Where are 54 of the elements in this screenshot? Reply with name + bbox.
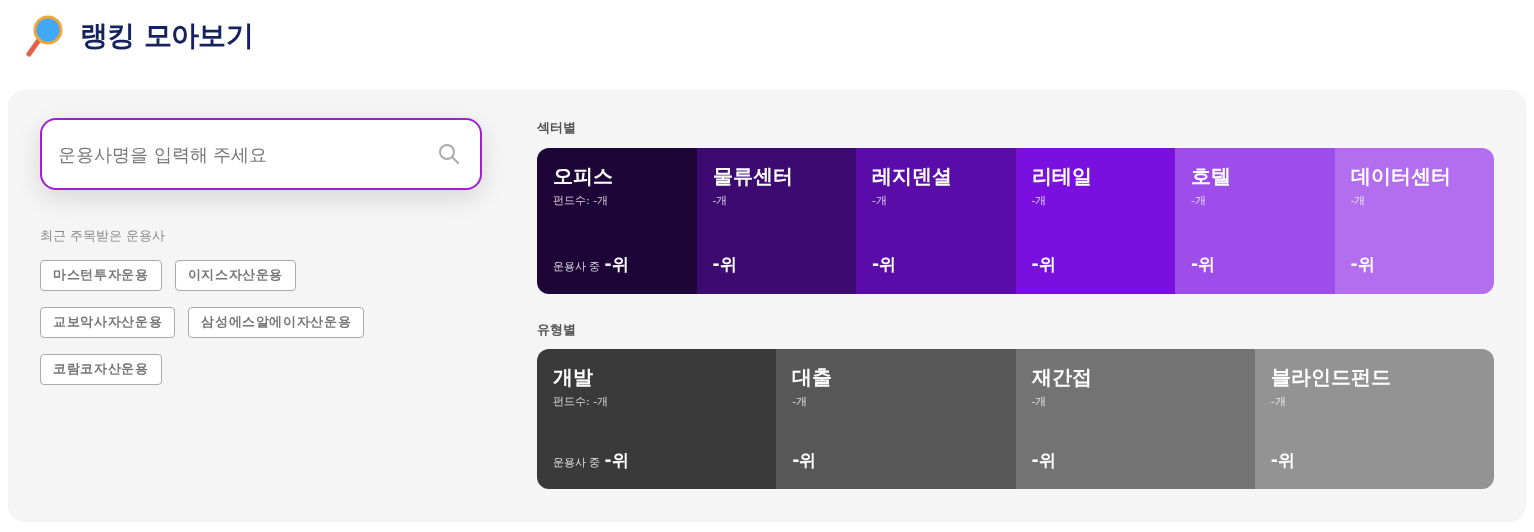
group-label: 섹터별 (537, 119, 577, 137)
fund-count: -개 (1031, 394, 1048, 410)
category-card[interactable]: 리테일 -개 -위 (1015, 147, 1175, 294)
category-name: 물류센터 (712, 163, 794, 189)
category-card[interactable]: 레지덴셜 -개 -위 (856, 147, 1016, 294)
fund-count: -개 (872, 192, 888, 209)
category-card[interactable]: 개발 펀드수: -개 운용사 중 -위 (537, 349, 777, 489)
group-label: 유형별 (537, 320, 577, 339)
category-name: 대출 (792, 365, 834, 390)
rank-value: -위 (1270, 448, 1295, 472)
fund-count: -개 (712, 192, 729, 209)
search-field[interactable]: 운용사명을 입력해 주세요 (40, 118, 482, 190)
category-card[interactable]: 오피스 펀드수: -개 운용사 중 -위 (537, 147, 697, 294)
search-icon[interactable] (438, 143, 460, 165)
rank-value: -위 (872, 253, 897, 276)
company-tag[interactable]: 코람코자산운용 (40, 353, 162, 385)
fund-count: -개 (1191, 192, 1207, 209)
category-name: 호텔 (1191, 163, 1232, 189)
fund-count: -개 (792, 394, 809, 410)
rank-value: -위 (792, 448, 817, 472)
category-name: 개발 (553, 365, 594, 390)
category-card[interactable]: 재간접 -개 -위 (1015, 349, 1255, 489)
category-card[interactable]: 호텔 -개 -위 (1175, 147, 1335, 294)
fund-count: 펀드수: -개 (553, 394, 610, 410)
category-name: 레지덴셜 (872, 163, 953, 189)
rank-value: -위 (604, 448, 629, 472)
rank-value: -위 (712, 253, 737, 276)
category-name: 블라인드펀드 (1270, 365, 1392, 390)
rank-value: -위 (1191, 253, 1216, 276)
category-name: 데이터센터 (1350, 163, 1452, 189)
page-title: 랭킹 모아보기 (80, 18, 253, 54)
fund-count: -개 (1270, 394, 1287, 410)
fund-count: 펀드수: -개 (553, 192, 610, 209)
category-name: 리테일 (1031, 163, 1093, 189)
rank-value: -위 (1350, 253, 1375, 276)
category-card[interactable]: 블라인드펀드 -개 -위 (1254, 349, 1494, 489)
category-card[interactable]: 물류센터 -개 -위 (696, 147, 856, 294)
company-tag[interactable]: 마스턴투자운용 (40, 259, 162, 291)
category-name: 오피스 (553, 163, 614, 189)
fund-count: -개 (1350, 192, 1367, 209)
rank-value: -위 (604, 253, 629, 276)
category-name: 재간접 (1031, 365, 1093, 390)
magnifier-icon (24, 15, 64, 57)
recent-label: 최근 주목받은 운용사 (40, 227, 167, 245)
rank-value: -위 (1031, 448, 1056, 472)
category-card[interactable]: 대출 -개 -위 (776, 349, 1016, 489)
fund-count: -개 (1031, 192, 1048, 209)
company-tag[interactable]: 이지스자산운용 (174, 259, 297, 291)
rank-prefix: 운용사 중 (553, 454, 601, 471)
company-tag[interactable]: 교보악사자산운용 (40, 306, 176, 338)
company-tag[interactable]: 삼성에스알에이자산운용 (188, 306, 365, 338)
rank-prefix: 운용사 중 (553, 259, 601, 275)
rank-value: -위 (1031, 253, 1056, 276)
category-card[interactable]: 데이터센터 -개 -위 (1334, 147, 1494, 294)
